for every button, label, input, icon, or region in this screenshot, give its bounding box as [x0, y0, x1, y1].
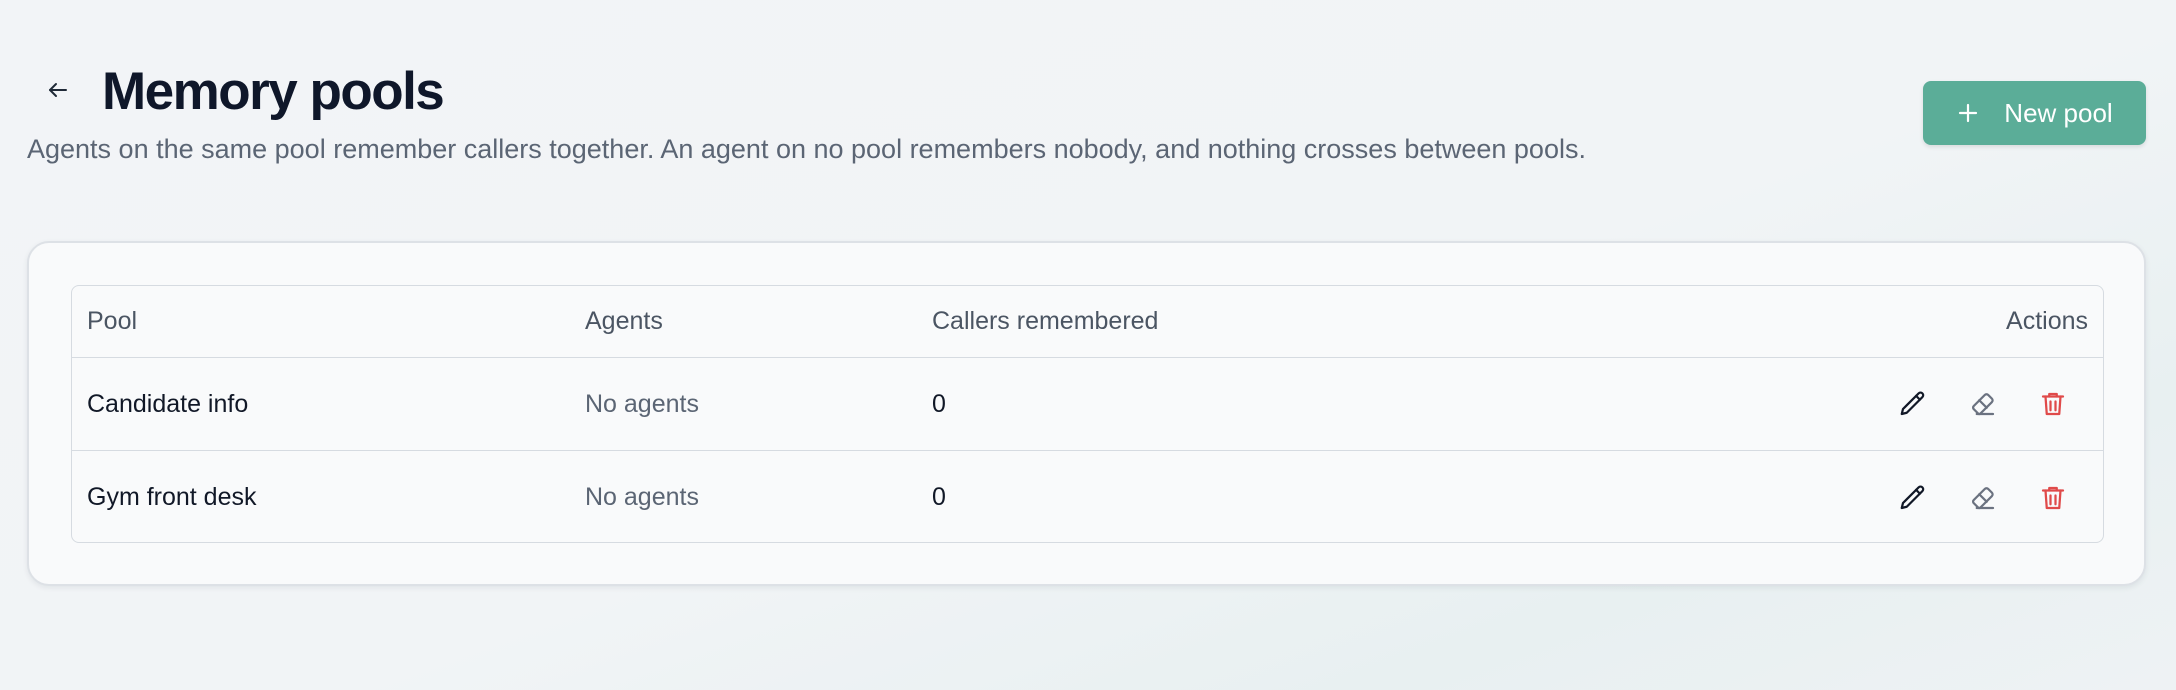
pool-callers-remembered: 0: [932, 389, 946, 418]
arrow-left-icon: [49, 83, 67, 97]
new-pool-label: New pool: [2004, 97, 2113, 128]
page-subtitle: Agents on the same pool remember callers…: [27, 134, 1586, 164]
column-header-pool: Pool: [87, 307, 138, 335]
table-row: Candidate info No agents 0: [72, 358, 2103, 451]
pool-agents: No agents: [585, 389, 699, 418]
delete-pool-button[interactable]: [2033, 384, 2073, 424]
clear-memory-button[interactable]: [1963, 384, 2003, 424]
clear-memory-button[interactable]: [1963, 478, 2003, 518]
pools-table: Pool Agents Callers remembered Actions C…: [71, 285, 2104, 543]
edit-pool-button[interactable]: [1893, 384, 1933, 424]
trash-icon: [2041, 392, 2065, 416]
column-header-callers-remembered: Callers remembered: [932, 307, 1159, 335]
page-title: Memory pools: [102, 62, 445, 121]
edit-pool-button[interactable]: [1893, 478, 1933, 518]
row-actions: [1883, 451, 2103, 542]
eraser-icon: [1972, 393, 1995, 416]
row-actions: [1883, 358, 2103, 450]
delete-pool-button[interactable]: [2033, 478, 2073, 518]
column-header-agents: Agents: [585, 307, 663, 335]
pool-name: Gym front desk: [87, 483, 257, 511]
pencil-icon: [1900, 391, 1925, 416]
plus-icon: [1959, 103, 1978, 123]
pencil-icon: [1900, 484, 1925, 509]
table-row: Gym front desk No agents 0: [72, 451, 2103, 542]
new-pool-button[interactable]: New pool: [1923, 81, 2146, 145]
pools-card: Pool Agents Callers remembered Actions C…: [27, 241, 2146, 586]
back-button[interactable]: [40, 72, 76, 108]
column-header-actions: Actions: [2006, 307, 2088, 335]
pool-agents: No agents: [585, 483, 699, 511]
pool-callers-remembered: 0: [932, 483, 946, 511]
table-header: Pool Agents Callers remembered Actions: [72, 286, 2103, 358]
eraser-icon: [1972, 486, 1995, 509]
pool-name: Candidate info: [87, 389, 249, 418]
trash-icon: [2041, 486, 2065, 509]
